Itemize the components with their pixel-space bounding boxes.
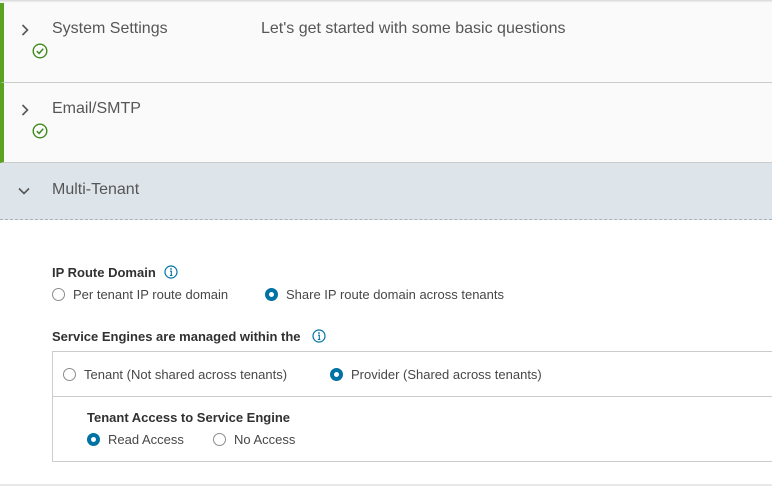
section-title: Multi-Tenant — [52, 181, 140, 198]
divider — [52, 396, 772, 397]
radio-no-access[interactable]: No Access — [213, 432, 295, 447]
section-system-settings[interactable]: System Settings Let's get started with s… — [0, 3, 772, 83]
tenant-access-label: Tenant Access to Service Engine — [87, 410, 291, 425]
check-circle-icon — [32, 43, 48, 59]
section-title: System Settings — [52, 20, 168, 37]
chevron-down-icon[interactable] — [17, 184, 31, 198]
ip-route-domain-label: IP Route Domain — [52, 265, 156, 280]
section-email-smtp[interactable]: Email/SMTP — [0, 83, 772, 163]
section-title: Email/SMTP — [52, 100, 141, 117]
section-description: Let's get started with some basic questi… — [261, 20, 566, 37]
radio-circle[interactable] — [63, 368, 76, 381]
radio-label: Share IP route domain across tenants — [286, 287, 504, 302]
chevron-right-icon[interactable] — [18, 103, 32, 117]
radio-circle-selected[interactable] — [87, 433, 100, 446]
radio-share-ip-route[interactable]: Share IP route domain across tenants — [265, 287, 504, 302]
radio-per-tenant-ip-route[interactable]: Per tenant IP route domain — [52, 287, 228, 302]
section-multi-tenant[interactable]: Multi-Tenant — [0, 163, 772, 220]
chevron-right-icon[interactable] — [18, 23, 32, 37]
radio-label: Per tenant IP route domain — [73, 287, 229, 302]
radio-read-access[interactable]: Read Access — [87, 432, 184, 447]
radio-circle-selected[interactable] — [330, 368, 343, 381]
radio-circle[interactable] — [213, 433, 226, 446]
radio-label: Tenant (Not shared across tenants) — [84, 367, 288, 382]
info-icon[interactable] — [164, 265, 178, 279]
radio-label: No Access — [234, 432, 296, 447]
radio-circle[interactable] — [52, 288, 65, 301]
radio-label: Read Access — [108, 432, 184, 447]
radio-tenant-not-shared[interactable]: Tenant (Not shared across tenants) — [63, 367, 287, 382]
radio-label: Provider (Shared across tenants) — [351, 367, 542, 382]
service-engines-label: Service Engines are managed within the — [52, 329, 301, 344]
radio-circle-selected[interactable] — [265, 288, 278, 301]
check-circle-icon — [32, 123, 48, 139]
radio-provider-shared[interactable]: Provider (Shared across tenants) — [330, 367, 542, 382]
info-icon[interactable] — [312, 329, 326, 343]
